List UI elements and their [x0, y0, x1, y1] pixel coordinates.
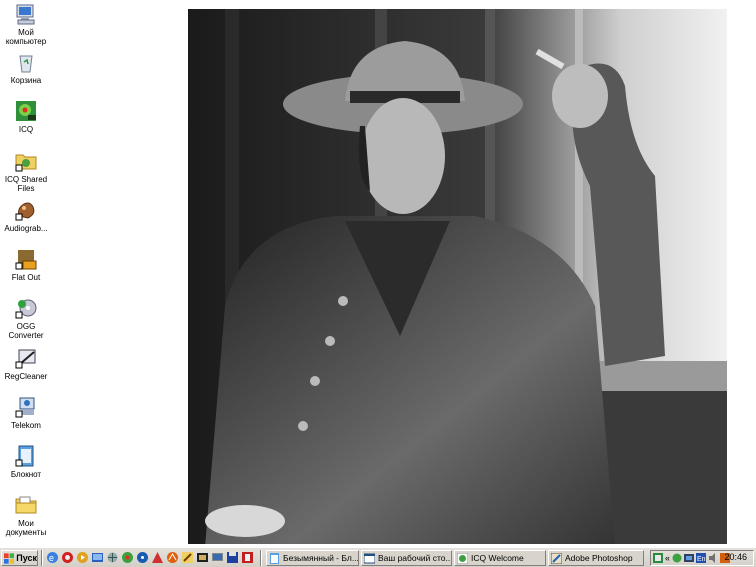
notepad-icon [270, 552, 279, 564]
monitor-icon[interactable] [211, 551, 224, 564]
film-icon[interactable] [196, 551, 209, 564]
flatout-game-icon [15, 250, 37, 270]
desktop-wallpaper-photo [185, 6, 730, 547]
desktop-icon-label: Мои документы [5, 519, 47, 537]
icq-tray-icon[interactable] [672, 553, 682, 563]
language-tray-icon[interactable]: En [696, 553, 707, 563]
desktop-icon-label: ICQ Shared Files [4, 175, 48, 193]
icq-icon [457, 552, 468, 564]
desktop-icon-label: Блокнот [10, 470, 42, 479]
show-desktop-icon[interactable] [91, 551, 104, 564]
start-label: Пуск [16, 553, 37, 563]
desktop-icon-label: Telekom [11, 421, 41, 430]
desktop-icon-label: OGG Converter [8, 322, 44, 340]
desktop-icon-icq[interactable]: ICQ [0, 99, 52, 134]
clock[interactable]: 20:46 [724, 552, 747, 562]
floppy-save-icon[interactable] [226, 551, 239, 564]
desktop-icon-recycle-bin[interactable]: Корзина [0, 50, 52, 85]
desktop-icon-notepad[interactable]: Блокнот [0, 444, 52, 479]
opera-browser-icon[interactable] [61, 551, 74, 564]
network-tray-icon[interactable] [684, 553, 695, 563]
wallpaper-image [185, 6, 730, 547]
desktop-icon-flat-out[interactable]: Flat Out [0, 247, 52, 282]
task-label: Adobe Photoshop [565, 553, 633, 563]
system-tray: « En 20:46 [650, 550, 754, 566]
task-button-desktop-window[interactable]: Ваш рабочий сто... [361, 550, 452, 566]
task-label: Безымянный - Бл... [283, 553, 359, 563]
my-computer-icon [16, 4, 35, 25]
book-icon[interactable] [241, 551, 254, 564]
svg-text:e: e [49, 553, 54, 563]
volume-tray-icon[interactable] [708, 553, 718, 563]
ogg-converter-icon [15, 299, 37, 319]
audiograbber-icon [15, 202, 35, 221]
shared-folder-icon [15, 154, 37, 172]
tray-app-icon[interactable] [653, 553, 663, 563]
desktop-icon-regcleaner[interactable]: RegCleaner [0, 346, 52, 381]
task-button-photoshop[interactable]: Adobe Photoshop [548, 550, 644, 566]
desktop-icon-label: Корзина [10, 76, 42, 85]
desktop-icon-label: Audiograb... [4, 224, 48, 233]
tray-expand-chevron-icon[interactable]: « [665, 553, 670, 563]
desktop-icon-label: Flat Out [11, 273, 41, 282]
media-player-icon[interactable] [76, 551, 89, 564]
pencil-tool-icon[interactable] [181, 551, 194, 564]
network-icon[interactable] [106, 551, 119, 564]
task-label: Ваш рабочий сто... [378, 553, 452, 563]
internet-explorer-icon[interactable]: e [46, 551, 59, 564]
desktop-icon-icq-shared-files[interactable]: ICQ Shared Files [0, 149, 52, 193]
browser-window-icon [364, 553, 375, 563]
icq-icon [16, 101, 36, 121]
regcleaner-icon [15, 349, 36, 369]
task-label: ICQ Welcome [471, 553, 524, 563]
task-button-notepad[interactable]: Безымянный - Бл... [266, 550, 359, 566]
my-documents-icon [15, 496, 37, 514]
disc-burner-icon[interactable] [136, 551, 149, 564]
desktop-icon-my-computer[interactable]: Мой компьютер [0, 2, 52, 46]
task-button-icq-welcome[interactable]: ICQ Welcome [454, 550, 546, 566]
windows-logo-icon [4, 552, 15, 564]
telekom-icon [15, 397, 35, 418]
desktop-icon-ogg-converter[interactable]: OGG Converter [0, 296, 52, 340]
taskbar: Пуск e Безымянный - Бл... Ваш рабочий ст… [0, 547, 756, 567]
desktop-icon-label: ICQ [18, 125, 34, 134]
desktop-icon-label: Мой компьютер [5, 28, 47, 46]
desktop-icon-audiograbber[interactable]: Audiograb... [0, 198, 52, 233]
icq-quick-icon[interactable] [121, 551, 134, 564]
winamp-icon[interactable] [166, 551, 179, 564]
notepad-icon [15, 445, 34, 467]
desktop-icon-my-documents[interactable]: Мои документы [0, 493, 52, 537]
photoshop-icon [551, 552, 562, 564]
desktop-icon-telekom[interactable]: Telekom [0, 395, 52, 430]
antivirus-icon[interactable] [151, 551, 164, 564]
start-button[interactable]: Пуск [1, 550, 38, 566]
taskbar-separator [260, 550, 262, 566]
taskbar-separator [41, 550, 43, 566]
recycle-bin-icon [19, 55, 33, 73]
svg-text:En: En [697, 556, 706, 563]
desktop-icon-label: RegCleaner [4, 372, 48, 381]
